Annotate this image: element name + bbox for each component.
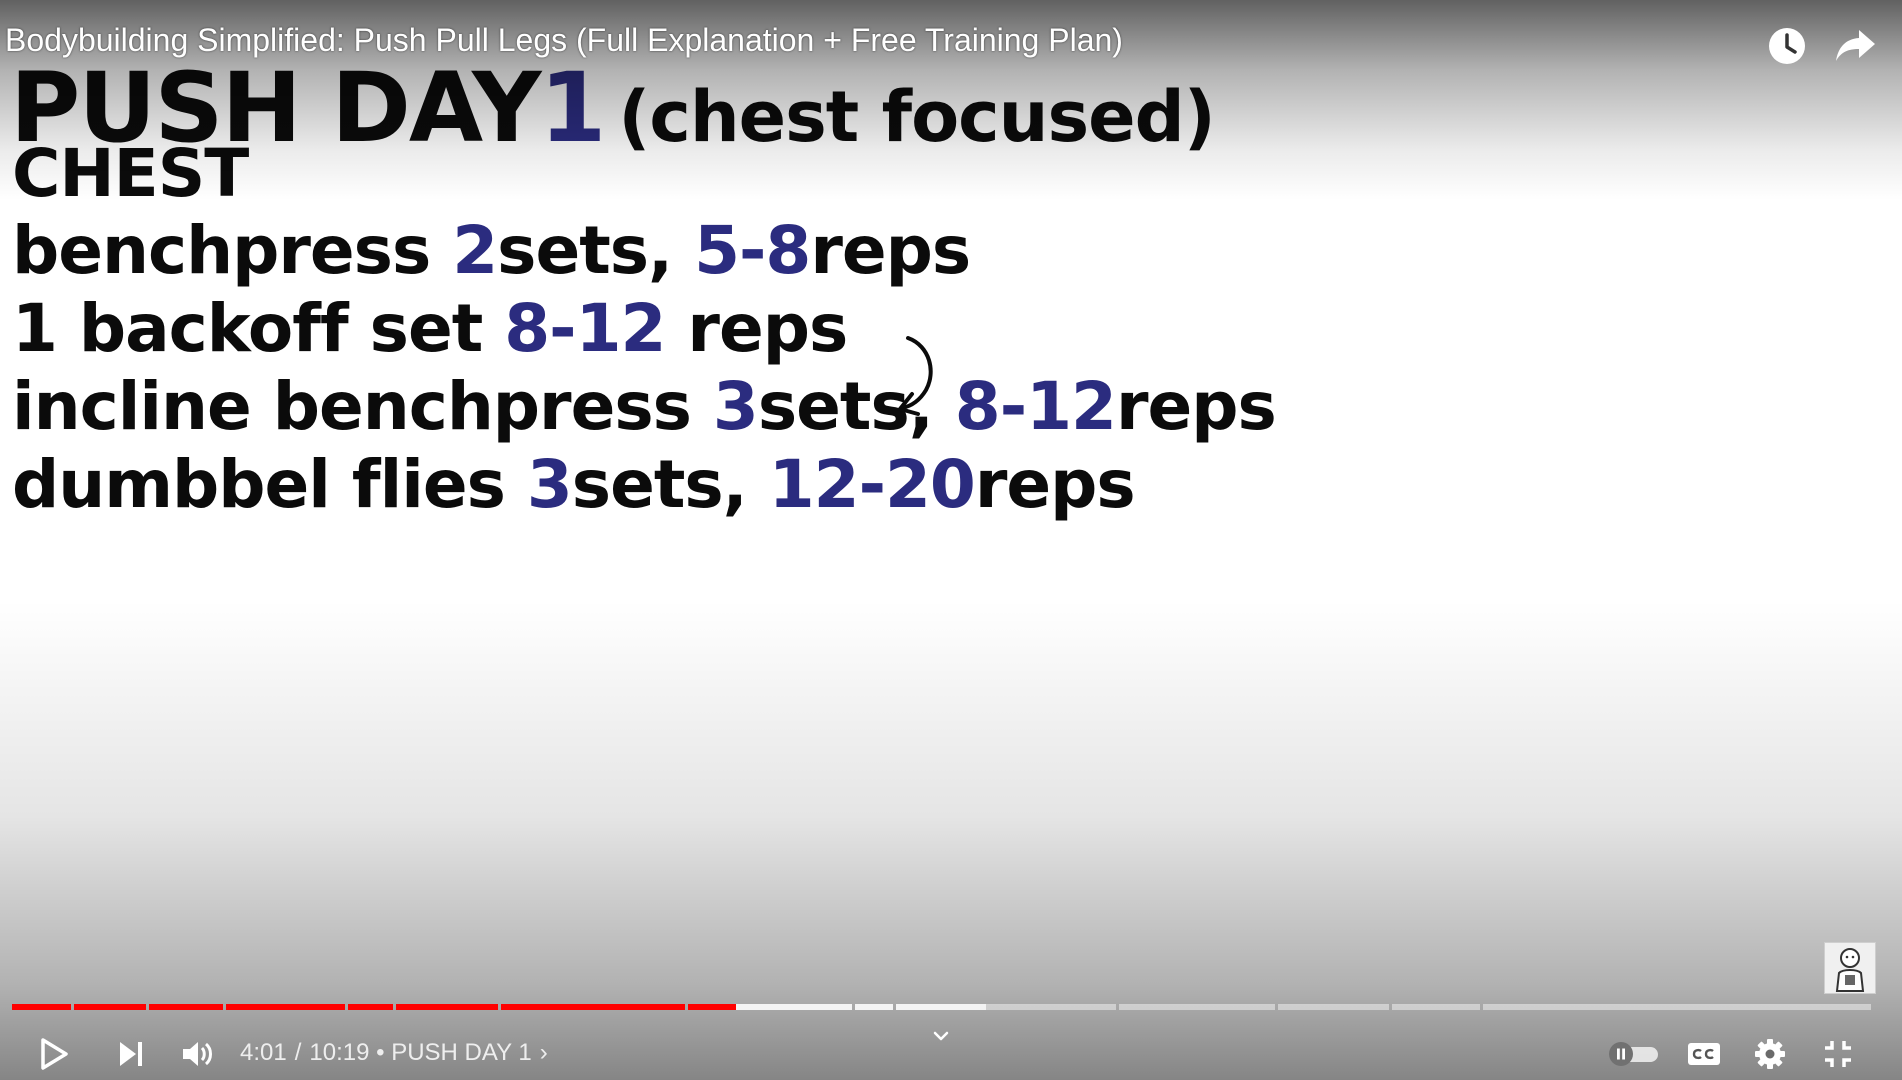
watch-later-icon <box>1769 28 1805 64</box>
played-segment <box>12 1004 71 1010</box>
play-button[interactable] <box>28 1028 80 1080</box>
slide-section-title: CHEST <box>12 135 249 212</box>
exercise-line: incline benchpress 3sets, 8-12reps <box>12 368 1277 445</box>
settings-button[interactable] <box>1744 1028 1796 1080</box>
captions-button[interactable] <box>1678 1028 1730 1080</box>
channel-watermark[interactable] <box>1824 942 1876 994</box>
reps-label: reps <box>974 446 1136 523</box>
expand-description-button[interactable] <box>926 1022 956 1052</box>
avatar-icon <box>1835 948 1865 992</box>
reps-label: reps <box>665 290 848 367</box>
exercise-name: 1 backoff set <box>12 290 505 367</box>
duration: 10:19 <box>309 1039 370 1066</box>
volume-icon <box>183 1042 212 1066</box>
section-label: CHEST <box>12 135 249 212</box>
sets-number: 3 <box>712 368 759 445</box>
settings-icon <box>1755 1039 1785 1069</box>
sets-number: 2 <box>452 212 498 289</box>
sets-label: sets, <box>497 212 695 289</box>
share-icon <box>1836 30 1875 61</box>
reps-range: 8-12 <box>954 368 1117 445</box>
share-button[interactable] <box>1832 22 1880 70</box>
played-segment <box>348 1004 393 1010</box>
time-separator: / <box>294 1039 302 1066</box>
video-frame[interactable]: PUSH DAY1 (chest focused) CHEST benchpres… <box>0 0 1902 1080</box>
chevron-down-icon <box>933 1031 949 1041</box>
play-icon <box>41 1038 68 1070</box>
exercise-line: 1 backoff set 8-12 reps <box>12 290 848 367</box>
exercise-line: benchpress 2sets, 5-8reps <box>12 212 971 289</box>
next-icon <box>120 1042 142 1066</box>
video-title[interactable]: Bodybuilding Simplified: Push Pull Legs … <box>5 22 1123 58</box>
exercise-name: dumbbel flies <box>12 446 527 523</box>
slide-heading-focus: (chest focused) <box>618 76 1215 158</box>
chapter-button[interactable]: • PUSH DAY 1 › <box>376 1039 548 1066</box>
reps-label: reps <box>1115 368 1277 445</box>
reps-range: 12-20 <box>768 446 976 523</box>
played-segment <box>396 1004 498 1010</box>
exit-fullscreen-button[interactable] <box>1812 1028 1864 1080</box>
title-bar: Bodybuilding Simplified: Push Pull Legs … <box>5 22 1123 70</box>
chapter-segment[interactable] <box>1483 1004 1871 1010</box>
played-segment <box>226 1004 345 1010</box>
progress-bar[interactable] <box>12 1004 1874 1010</box>
chapter-segment[interactable] <box>1392 1004 1480 1010</box>
exercise-name: benchpress <box>12 212 453 289</box>
buffered-segment <box>855 1004 893 1010</box>
exercise-line: dumbbel flies 3sets, 12-20reps <box>12 446 1136 523</box>
played-segment <box>149 1004 223 1010</box>
next-button[interactable] <box>106 1028 158 1080</box>
mute-button[interactable] <box>172 1028 224 1080</box>
chapter-chevron-icon: › <box>539 1039 548 1066</box>
reps-range: 8-12 <box>504 290 666 367</box>
autoplay-toggle-icon <box>1609 1042 1658 1066</box>
curved-arrow-icon <box>898 336 933 416</box>
chapter-bullet: • <box>376 1039 385 1066</box>
autoplay-toggle[interactable] <box>1604 1028 1664 1080</box>
watch-later-button[interactable] <box>1763 22 1811 70</box>
current-time: 4:01 <box>240 1039 287 1066</box>
played-segment <box>688 1004 737 1010</box>
played-segment <box>501 1004 685 1010</box>
reps-range: 5-8 <box>694 212 811 289</box>
buffered-segment <box>896 1004 987 1010</box>
player-controls: 4:01 / 10:19 • PUSH DAY 1 › <box>0 1020 1902 1080</box>
captions-icon <box>1688 1043 1720 1065</box>
chapter-segment[interactable] <box>1278 1004 1389 1010</box>
sets-label: sets, <box>571 446 769 523</box>
time-display: 4:01 / 10:19 • PUSH DAY 1 › <box>240 1039 548 1067</box>
chapter-segment[interactable] <box>1119 1004 1275 1010</box>
sets-number: 3 <box>526 446 573 523</box>
chapter-title: PUSH DAY 1 <box>391 1039 532 1066</box>
exit-fullscreen-icon <box>1825 1041 1851 1067</box>
played-segment <box>74 1004 146 1010</box>
reps-label: reps <box>810 212 971 289</box>
exercise-name: incline benchpress <box>12 368 713 445</box>
